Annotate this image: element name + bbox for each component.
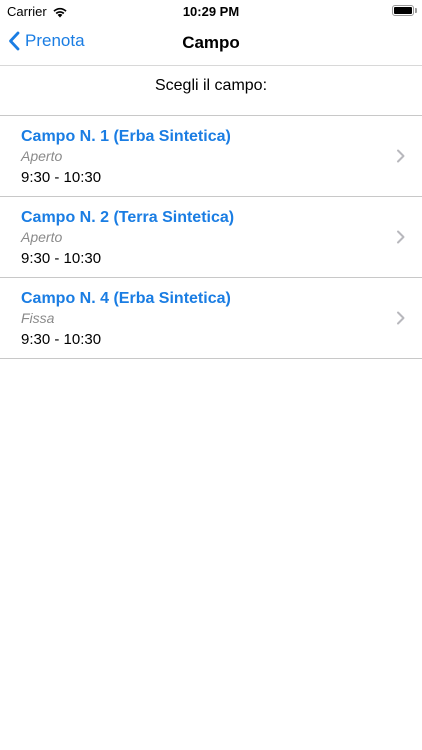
chevron-right-icon	[397, 230, 405, 244]
page-title: Campo	[182, 33, 240, 52]
screen: Carrier 10:29 PM Prenota Campo Scegli il…	[0, 0, 422, 750]
nav-bar: Prenota Campo	[0, 22, 422, 66]
field-status: Fissa	[21, 310, 55, 326]
field-time: 9:30 - 10:30	[21, 250, 102, 267]
field-status: Aperto	[21, 229, 63, 245]
field-title: Campo N. 1 (Erba Sintetica)	[21, 128, 231, 145]
field-list: Campo N. 1 (Erba Sintetica) Aperto 9:30 …	[0, 116, 422, 359]
field-status: Aperto	[21, 148, 63, 164]
field-time: 9:30 - 10:30	[21, 331, 102, 348]
chevron-right-icon	[397, 311, 405, 325]
list-item-field-2[interactable]: Campo N. 2 (Terra Sintetica) Aperto 9:30…	[0, 197, 422, 278]
list-item-field-1[interactable]: Campo N. 1 (Erba Sintetica) Aperto 9:30 …	[0, 116, 422, 197]
field-time: 9:30 - 10:30	[21, 169, 102, 186]
field-title: Campo N. 2 (Terra Sintetica)	[21, 209, 235, 226]
battery-nub	[415, 8, 417, 13]
battery-fill	[394, 7, 412, 14]
list-item-field-4[interactable]: Campo N. 4 (Erba Sintetica) Fissa 9:30 -…	[0, 278, 422, 359]
field-title: Campo N. 4 (Erba Sintetica)	[21, 290, 231, 307]
chevron-right-icon	[397, 149, 405, 163]
status-time: 10:29 PM	[182, 4, 240, 19]
battery-icon	[392, 5, 414, 16]
status-bar: Carrier 10:29 PM	[0, 0, 422, 22]
section-header: Scegli il campo:	[0, 66, 422, 116]
